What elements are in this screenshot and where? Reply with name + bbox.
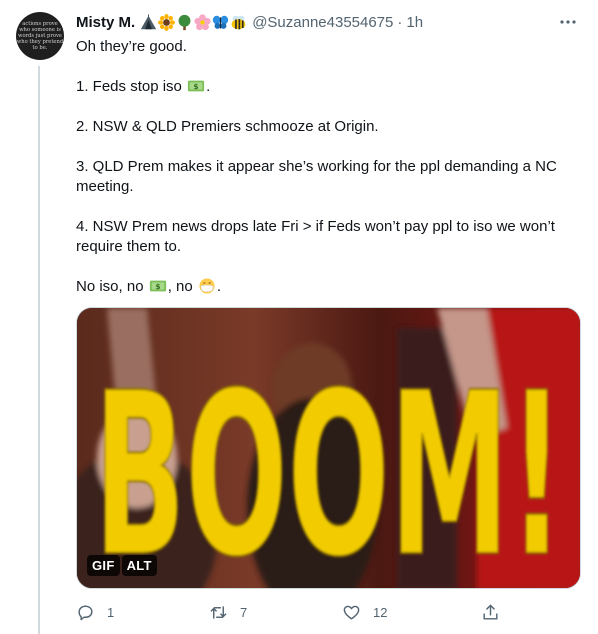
tweet-time[interactable]: 1h [406,14,423,31]
share-icon [483,604,498,620]
tweet-conclusion-end: . [216,278,222,295]
sunflower-icon [158,13,176,31]
heart-icon [343,605,360,620]
tweet-header: Misty M. @Suzanne43554675 · 1h [76,12,586,32]
avatar[interactable]: actions prove who someone is words just … [16,12,64,60]
name-emojis [140,13,247,31]
svg-text:$: $ [194,82,199,91]
gif-badge: GIF [87,555,120,576]
mask-face-icon [199,278,215,294]
retweet-count: 7 [240,604,248,620]
alt-badge[interactable]: ALT [121,555,157,576]
tweet-point-1: 1. Feds stop iso $. [76,77,581,97]
thread-line [38,66,40,634]
gif-media[interactable]: BOOM! GIF ALT [76,307,581,589]
more-dots-icon [560,20,576,24]
reply-button[interactable]: 1 [76,603,114,622]
money-icon: $ [187,80,205,92]
tweet-point-1-text: 1. Feds stop iso [76,78,187,95]
reply-icon [78,604,93,620]
retweet-button[interactable]: 7 [209,603,247,622]
butterfly-icon [213,15,229,29]
tweet-point-3: 3. QLD Prem makes it appear she’s workin… [76,158,557,195]
tweet-line-intro-text: Oh they’re good. [76,38,187,55]
gif-boom-text: BOOM! [94,345,564,589]
tent-icon [141,13,157,29]
gif-frame-image: BOOM! [77,308,580,589]
tweet-conclusion-a: No iso, no [76,278,148,295]
tweet-conclusion-b: , no [167,278,197,295]
avatar-text-line: to be. [32,45,48,51]
svg-text:$: $ [155,282,160,291]
tweet-point-1-end: . [206,78,211,95]
media-badges: GIF ALT [87,555,157,576]
money-icon: $ [149,280,166,292]
more-options-button[interactable] [556,12,580,32]
tweet-line-intro: Oh they’re good. [76,37,581,57]
bee-icon [231,15,246,29]
tweet-point-4: 4. NSW Prem news drops late Fri > if Fed… [76,218,555,255]
separator-dot: · [397,13,403,31]
reply-count: 1 [107,604,115,620]
retweet-icon [210,605,227,619]
blossom-icon [194,13,211,30]
tree-icon [178,14,191,30]
share-button[interactable] [481,603,500,622]
author-name[interactable]: Misty M. [76,14,135,31]
tweet-actions: 1 7 12 [76,600,506,624]
like-button[interactable]: 12 [342,603,387,622]
like-count: 12 [373,604,388,620]
author-handle[interactable]: @Suzanne43554675 [252,14,393,31]
tweet-conclusion: No iso, no $ , no . [76,277,581,297]
tweet-point-2: 2. NSW & QLD Premiers schmooze at Origin… [76,118,379,135]
tweet-text: Oh they’re good. 1. Feds stop iso $. 2. … [76,37,581,317]
